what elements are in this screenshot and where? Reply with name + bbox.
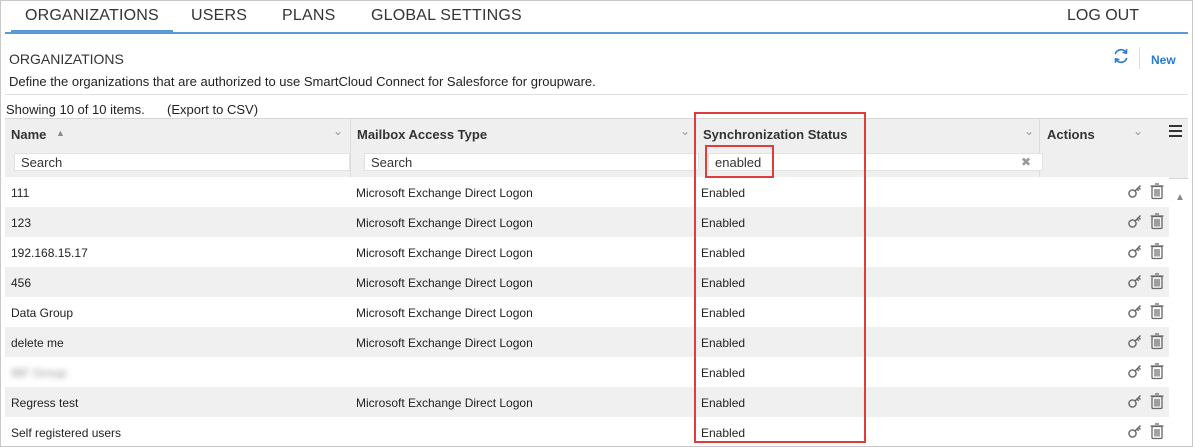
cell-sync-status: Enabled: [701, 396, 746, 410]
table-row[interactable]: IBF Group Enabled: [5, 357, 1169, 387]
row-actions: [1127, 332, 1167, 352]
cell-name: 456: [11, 276, 32, 290]
key-icon[interactable]: [1127, 392, 1143, 410]
trash-icon[interactable]: [1149, 302, 1165, 320]
row-actions: [1127, 362, 1167, 382]
refresh-icon[interactable]: [1112, 47, 1130, 65]
trash-icon[interactable]: [1149, 362, 1165, 380]
cell-mailbox-type: Microsoft Exchange Direct Logon: [356, 246, 533, 260]
export-csv-link[interactable]: (Export to CSV): [167, 102, 258, 117]
column-header-sync-status[interactable]: Synchronization Status ⌄ ✖: [694, 119, 1043, 178]
cell-mailbox-type: Microsoft Exchange Direct Logon: [356, 216, 533, 230]
key-icon[interactable]: [1127, 362, 1143, 380]
cell-sync-status: Enabled: [701, 336, 746, 350]
column-title-actions: Actions: [1047, 127, 1095, 142]
mailbox-filter-input[interactable]: [364, 153, 699, 171]
row-actions: [1127, 422, 1167, 442]
trash-icon[interactable]: [1149, 272, 1165, 290]
section-divider: [5, 94, 1188, 95]
trash-icon[interactable]: [1149, 332, 1165, 350]
key-icon[interactable]: [1127, 422, 1143, 440]
key-icon[interactable]: [1127, 212, 1143, 230]
table-row[interactable]: 192.168.15.17 Microsoft Exchange Direct L…: [5, 237, 1169, 267]
sync-status-filter-input[interactable]: [708, 153, 1043, 171]
trash-icon[interactable]: [1149, 392, 1165, 410]
cell-sync-status: Enabled: [701, 366, 746, 380]
logout-link[interactable]: LOG OUT: [1067, 7, 1139, 25]
cell-mailbox-type: Microsoft Exchange Direct Logon: [356, 336, 533, 350]
grid-rows: ▲ 111 Microsoft Exchange Direct Logon Enab…: [5, 177, 1188, 446]
column-title-name: Name: [11, 127, 47, 142]
cell-name: IBF Group: [11, 366, 67, 380]
cell-name: Data Group: [11, 306, 74, 320]
column-title-mailbox: Mailbox Access Type: [357, 127, 488, 142]
row-actions: [1127, 392, 1167, 412]
row-actions: [1127, 302, 1167, 322]
admin-panel: ORGANIZATIONS USERS PLANS GLOBAL SETTING…: [0, 0, 1193, 447]
top-navigation: ORGANIZATIONS USERS PLANS GLOBAL SETTING…: [5, 1, 1188, 34]
table-row[interactable]: Self registered users Enabled: [5, 417, 1169, 446]
cell-name: delete me: [11, 336, 64, 350]
table-row[interactable]: 111 Microsoft Exchange Direct Logon Enable…: [5, 177, 1169, 207]
clear-icon[interactable]: ✖: [1021, 155, 1031, 169]
tab-organizations[interactable]: ORGANIZATIONS: [11, 7, 173, 33]
item-count: Showing 10 of 10 items.: [6, 102, 145, 117]
key-icon[interactable]: [1127, 332, 1143, 350]
trash-icon[interactable]: [1149, 422, 1165, 440]
column-title-sync-status: Synchronization Status: [703, 127, 848, 142]
organizations-grid: Name ▲ ⌄ Mailbox Access Type ⌄ Synchroni…: [5, 118, 1188, 446]
column-header-name[interactable]: Name ▲ ⌄: [5, 119, 351, 178]
cell-name: 111: [11, 186, 30, 200]
cell-sync-status: Enabled: [701, 246, 746, 260]
cell-name: 123: [11, 216, 32, 230]
scroll-up-icon[interactable]: ▲: [1175, 192, 1185, 203]
cell-sync-status: Enabled: [701, 306, 746, 320]
key-icon[interactable]: [1127, 182, 1143, 200]
column-header-actions: Actions ⌄: [1039, 119, 1188, 178]
cell-mailbox-type: Microsoft Exchange Direct Logon: [356, 306, 533, 320]
row-actions: [1127, 242, 1167, 262]
column-header-mailbox[interactable]: Mailbox Access Type ⌄: [350, 119, 699, 178]
row-actions: [1127, 212, 1167, 232]
tab-global-settings[interactable]: GLOBAL SETTINGS: [371, 7, 522, 25]
chevron-down-icon[interactable]: ⌄: [1133, 124, 1143, 138]
new-button[interactable]: New: [1151, 53, 1176, 67]
cell-mailbox-type: Microsoft Exchange Direct Logon: [356, 276, 533, 290]
chevron-down-icon[interactable]: ⌄: [680, 124, 690, 138]
trash-icon[interactable]: [1149, 212, 1165, 230]
toolbar-divider: [1139, 47, 1140, 69]
name-filter-input[interactable]: [14, 153, 350, 171]
chevron-down-icon[interactable]: ⌄: [333, 124, 343, 138]
menu-icon[interactable]: [1169, 125, 1182, 140]
cell-sync-status: Enabled: [701, 276, 746, 290]
trash-icon[interactable]: [1149, 182, 1165, 200]
table-row[interactable]: 456 Microsoft Exchange Direct Logon Enable…: [5, 267, 1169, 297]
key-icon[interactable]: [1127, 272, 1143, 290]
cell-sync-status: Enabled: [701, 426, 746, 440]
tab-plans[interactable]: PLANS: [282, 7, 335, 25]
table-row[interactable]: Data Group Microsoft Exchange Direct Logo…: [5, 297, 1169, 327]
page-description: Define the organizations that are author…: [9, 74, 596, 89]
key-icon[interactable]: [1127, 242, 1143, 260]
grid-header: Name ▲ ⌄ Mailbox Access Type ⌄ Synchroni…: [5, 118, 1188, 179]
cell-mailbox-type: Microsoft Exchange Direct Logon: [356, 186, 533, 200]
trash-icon[interactable]: [1149, 242, 1165, 260]
tab-users[interactable]: USERS: [191, 7, 247, 25]
cell-name: 192.168.15.17: [11, 246, 88, 260]
cell-name: Self registered users: [11, 426, 122, 440]
row-actions: [1127, 272, 1167, 292]
sort-ascending-icon[interactable]: ▲: [56, 128, 65, 138]
table-row[interactable]: 123 Microsoft Exchange Direct Logon Enable…: [5, 207, 1169, 237]
page-title: ORGANIZATIONS: [9, 51, 124, 67]
cell-sync-status: Enabled: [701, 186, 746, 200]
cell-sync-status: Enabled: [701, 216, 746, 230]
chevron-down-icon[interactable]: ⌄: [1024, 124, 1034, 138]
cell-name: Regress test: [11, 396, 79, 410]
key-icon[interactable]: [1127, 302, 1143, 320]
table-row[interactable]: Regress test Microsoft Exchange Direct Lo…: [5, 387, 1169, 417]
cell-mailbox-type: Microsoft Exchange Direct Logon: [356, 396, 533, 410]
row-actions: [1127, 182, 1167, 202]
table-row[interactable]: delete me Microsoft Exchange Direct Logon…: [5, 327, 1169, 357]
